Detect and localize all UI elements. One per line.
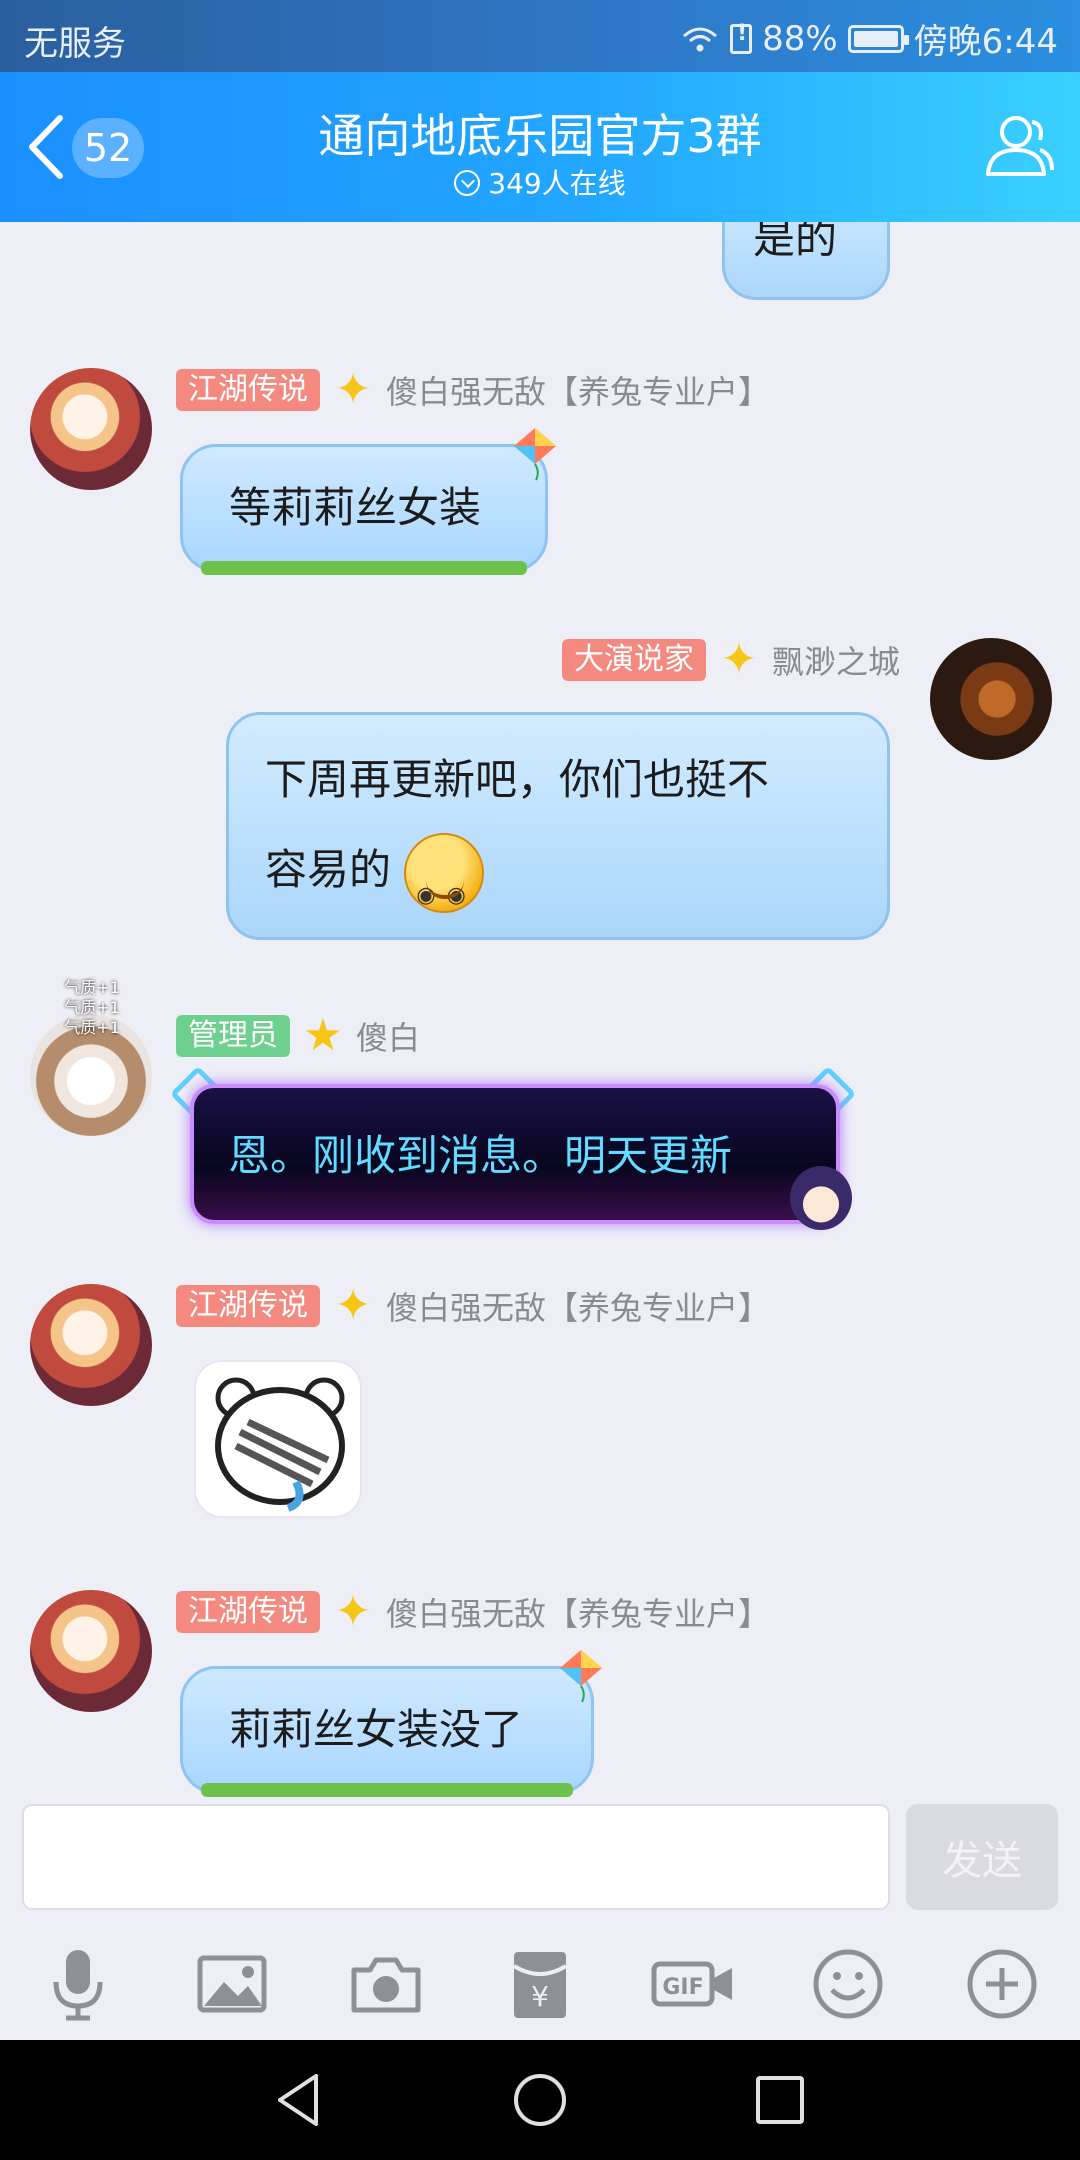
message-bubble[interactable]: 恩。刚收到消息。明天更新 [190,1084,840,1224]
avatar[interactable] [30,1284,152,1406]
star-icon: ✦ [720,634,758,685]
message-bubble[interactable]: 等莉莉丝女装 [180,444,548,575]
star-icon: ★ [303,1010,343,1061]
nav-recents-icon[interactable] [750,2070,810,2130]
battery-icon [847,24,909,53]
online-count[interactable]: 349人在线 [0,162,1080,202]
chat-header: 52 通向地底乐园官方3群 349人在线 [0,72,1080,222]
avatar[interactable] [30,368,152,490]
clock: 傍晚6:44 [913,22,1058,62]
sender-meta: 江湖传说 ✦ 傻白强无敌【养兔专业户】 [176,368,770,412]
camera-icon[interactable] [346,1944,426,2024]
message-text: 恩。刚收到消息。明天更新 [228,1131,733,1180]
message-bubble[interactable]: 下周再更新吧，你们也挺不 容易的 [226,712,890,941]
sim-alert-icon [730,21,753,54]
system-nav-bar [0,2040,1080,2160]
kite-icon [514,428,556,481]
sender-meta: 大演说家 ✦ 飘渺之城 [561,634,900,685]
rank-badge: 江湖传说 [176,369,320,411]
rank-badge: 江湖传说 [176,1591,320,1633]
overlay-line: 气质+1 [64,978,120,997]
message-text: 容易的 [265,845,392,894]
grass-decoration [201,561,527,575]
star-icon: ✦ [334,1280,372,1331]
sticker-message[interactable] [194,1360,362,1518]
status-icons: 88% 傍晚6:44 [680,14,1058,63]
star-icon: ✦ [334,1586,372,1637]
send-button[interactable]: 发送 [906,1804,1058,1910]
avatar[interactable] [930,638,1052,760]
rank-badge: 大演说家 [561,639,706,681]
red-packet-icon[interactable]: ¥ [500,1944,580,2024]
smug-face-emoji-icon [404,832,485,941]
emoji-icon[interactable] [808,1944,888,2024]
message-bubble[interactable]: 是的 [722,222,890,300]
message-text: 莉莉丝女装没了 [229,1705,524,1754]
microphone-icon[interactable] [38,1944,118,2024]
overlay-line: 气质+1 [64,1018,120,1037]
message-bubble[interactable]: 莉莉丝女装没了 [180,1666,594,1797]
message-list[interactable]: 是的 江湖传说 ✦ 傻白强无敌【养兔专业户】 等莉莉丝女装 大演说家 ✦ 飘渺之… [0,222,1080,1800]
sender-meta: 管理员 ★ 傻白 [176,1014,420,1058]
chibi-character-icon [790,1166,852,1230]
sender-name[interactable]: 傻白强无敌【养兔专业户】 [386,367,770,413]
group-members-icon[interactable] [978,110,1054,180]
sender-meta: 江湖传说 ✦ 傻白强无敌【养兔专业户】 [176,1284,770,1328]
svg-text:GIF: GIF [662,1975,703,2000]
nav-back-icon[interactable] [270,2070,330,2130]
svg-text:¥: ¥ [531,1980,549,2013]
battery-percent: 88% [762,18,838,59]
sender-name[interactable]: 傻白强无敌【养兔专业户】 [386,1589,770,1635]
sender-name[interactable]: 飘渺之城 [772,637,900,683]
message-text-line: 下周再更新吧，你们也挺不 [265,755,770,804]
rank-badge: 江湖传说 [176,1285,320,1327]
message-text: 等莉莉丝女装 [229,483,482,532]
avatar[interactable] [30,1590,152,1712]
message-text: 是的 [753,222,838,263]
overlay-line: 气质+1 [64,998,120,1017]
avatar-overlay: 气质+1 气质+1 气质+1 [52,978,132,1038]
sender-name[interactable]: 傻白 [356,1013,420,1059]
status-bar: 无服务 88% 傍晚6:44 [0,0,1080,72]
group-title[interactable]: 通向地底乐园官方3群 [0,100,1080,166]
nav-home-icon[interactable] [510,2070,570,2130]
kite-icon [560,1650,602,1703]
sender-name[interactable]: 傻白强无敌【养兔专业户】 [386,1283,770,1329]
admin-badge: 管理员 [176,1015,290,1057]
chevron-down-icon [454,170,481,196]
plus-icon[interactable] [962,1944,1042,2024]
image-icon[interactable] [192,1944,272,2024]
star-icon: ✦ [334,364,372,415]
online-count-text: 349人在线 [488,167,626,200]
carrier-text: 无服务 [24,24,126,64]
bear-facepalm-icon [215,1377,345,1512]
wifi-icon [683,27,718,51]
message-input[interactable] [22,1804,890,1910]
input-bar: 发送 [0,1800,1080,1930]
gif-icon[interactable]: GIF [650,1944,736,2024]
sender-meta: 江湖传说 ✦ 傻白强无敌【养兔专业户】 [176,1590,770,1634]
message-text-line-2: 容易的 [265,825,851,941]
input-toolbar: ¥ GIF [0,1930,1080,2040]
grass-decoration [201,1783,573,1797]
